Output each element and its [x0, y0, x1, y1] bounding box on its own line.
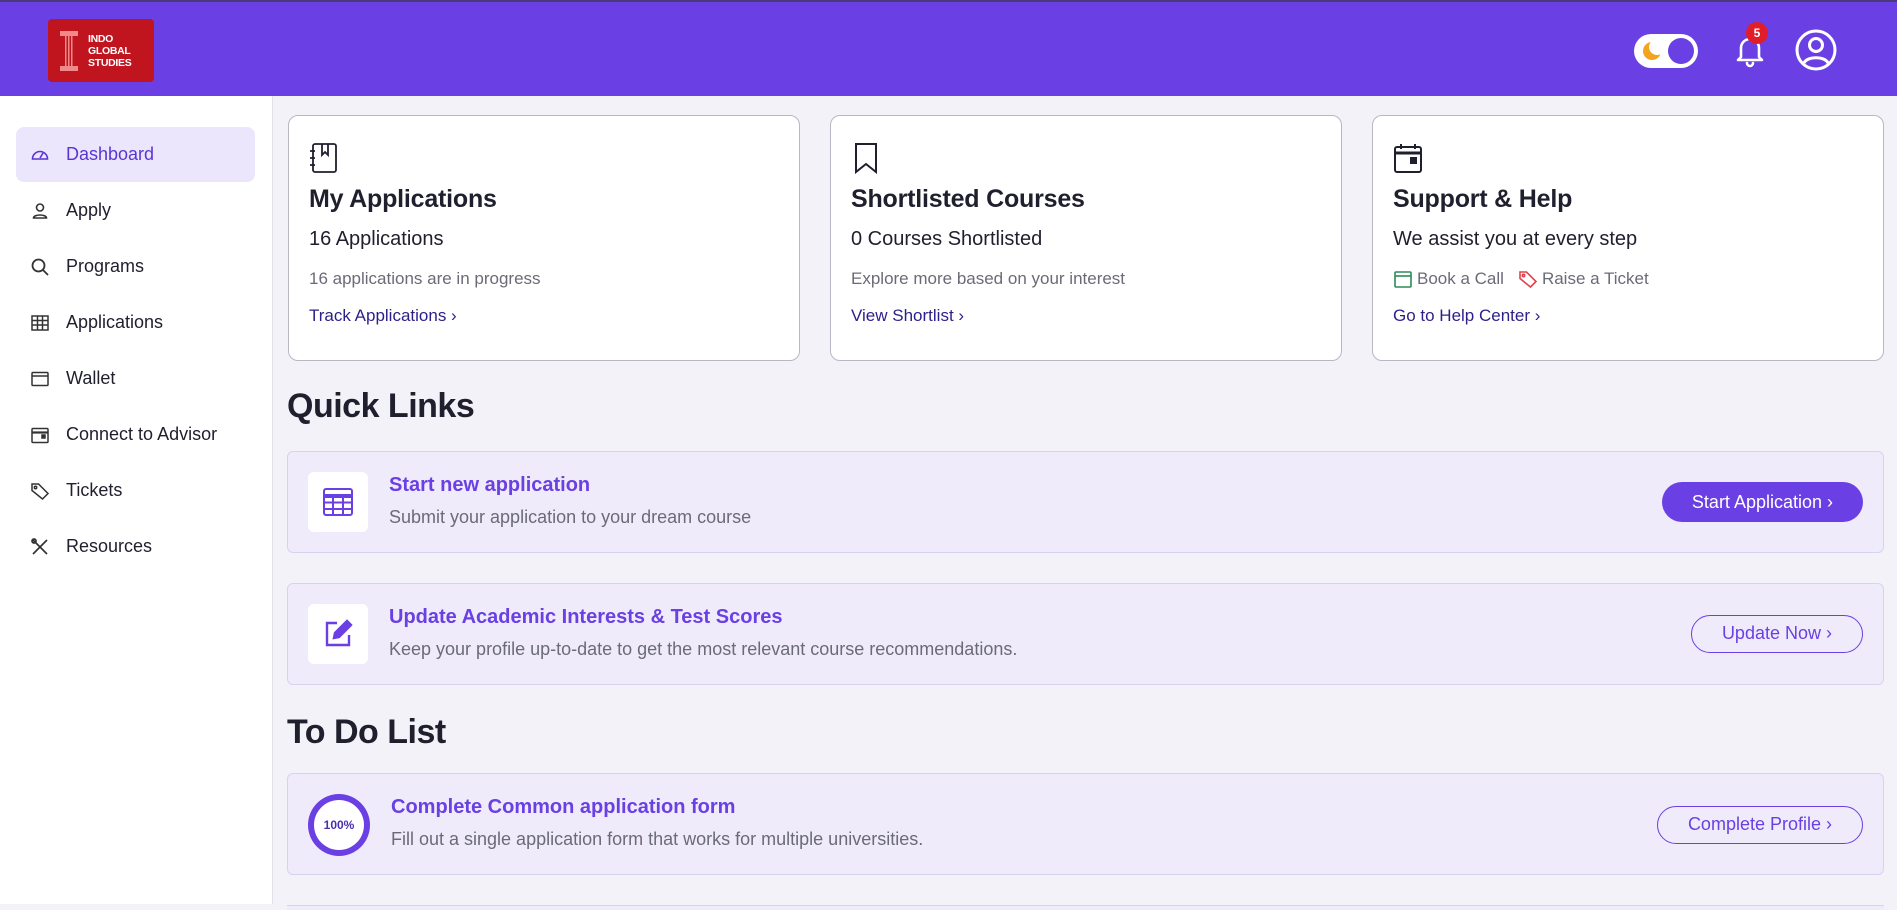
update-now-button[interactable]: Update Now ›: [1690, 615, 1863, 653]
toggle-knob: [1668, 38, 1694, 64]
sidebar-item-resources[interactable]: Resources: [16, 519, 255, 574]
start-application-button[interactable]: Start Application ›: [1661, 482, 1863, 522]
moon-icon: [1643, 39, 1665, 60]
logo-text: INDO GLOBAL STUDIES: [88, 32, 132, 69]
card-shortlisted-courses: Shortlisted Courses 0 Courses Shortliste…: [830, 115, 1342, 361]
calendar-icon: [1394, 271, 1412, 288]
table-icon: [323, 488, 353, 516]
sidebar-item-label: Connect to Advisor: [66, 424, 218, 444]
sidebar-item-dashboard[interactable]: Dashboard: [16, 127, 255, 182]
notebook-icon: [310, 143, 337, 173]
card-support-help: Support & Help We assist you at every st…: [1372, 115, 1884, 361]
sidebar-item-wallet[interactable]: Wallet: [16, 351, 255, 406]
progress-ring: 100%: [308, 794, 370, 856]
sidebar-item-applications[interactable]: Applications: [16, 295, 255, 350]
card-value: 16 Applications: [309, 228, 444, 250]
card-title: My Applications: [309, 185, 497, 213]
sidebar-item-connect-to-advisor[interactable]: Connect to Advisor: [16, 407, 255, 462]
top-bar: INDO GLOBAL STUDIES 5: [0, 0, 1897, 96]
sidebar: Dashboard Apply Programs Applications Wa…: [0, 96, 273, 904]
brand-logo[interactable]: INDO GLOBAL STUDIES: [48, 19, 154, 82]
card-value: We assist you at every step: [1393, 228, 1638, 250]
icon-box: [308, 604, 368, 664]
quick-link-start-application: Start new application Submit your applic…: [287, 451, 1884, 553]
logo-mark-icon: [60, 30, 78, 71]
card-title: Support & Help: [1393, 185, 1573, 213]
quick-links-heading: Quick Links: [287, 387, 475, 425]
tag-icon: [31, 482, 50, 500]
tag-icon: [1519, 271, 1538, 289]
card-my-applications: My Applications 16 Applications 16 appli…: [288, 115, 800, 361]
edit-icon: [325, 619, 353, 647]
sidebar-item-label: Apply: [66, 200, 112, 220]
gauge-icon: [31, 150, 49, 160]
sidebar-item-label: Wallet: [66, 368, 116, 388]
notification-badge: 5: [1746, 22, 1768, 44]
calendar-icon: [1394, 144, 1422, 173]
card-subtext: Explore more based on your interest: [851, 269, 1126, 288]
card-value: 0 Courses Shortlisted: [851, 228, 1043, 250]
help-center-link[interactable]: Go to Help Center ›: [1393, 306, 1540, 326]
user-avatar-icon[interactable]: [1794, 28, 1838, 72]
raise-ticket-link[interactable]: Raise a Ticket: [1542, 269, 1649, 289]
todo-desc: Fill out a single application form that …: [391, 829, 924, 849]
sidebar-item-label: Resources: [66, 536, 153, 556]
search-icon: [31, 258, 49, 276]
help-actions: Book a Call Raise a Ticket: [1393, 269, 1863, 289]
bookmark-icon: [855, 143, 877, 174]
icon-box: [308, 472, 368, 532]
todo-heading: To Do List: [287, 713, 446, 751]
person-icon: [32, 202, 48, 219]
view-shortlist-link[interactable]: View Shortlist ›: [851, 306, 964, 326]
quick-link-title[interactable]: Update Academic Interests & Test Scores: [389, 606, 782, 629]
table-icon: [31, 314, 49, 331]
card-title: Shortlisted Courses: [851, 185, 1085, 213]
sidebar-item-tickets[interactable]: Tickets: [16, 463, 255, 518]
calendar-icon: [31, 427, 49, 443]
sidebar-item-label: Tickets: [66, 480, 123, 500]
sidebar-item-label: Applications: [66, 312, 164, 332]
progress-label: 100%: [314, 800, 364, 850]
theme-toggle[interactable]: [1634, 34, 1698, 68]
wallet-icon: [31, 371, 49, 386]
quick-link-title[interactable]: Start new application: [389, 474, 590, 497]
tools-icon: [31, 537, 48, 555]
complete-profile-button[interactable]: Complete Profile ›: [1656, 806, 1863, 844]
quick-link-update-interests: Update Academic Interests & Test Scores …: [287, 583, 1884, 685]
sidebar-item-label: Programs: [66, 256, 145, 276]
todo-item-next: [287, 905, 1884, 910]
sidebar-item-label: Dashboard: [66, 144, 155, 164]
quick-link-desc: Keep your profile up-to-date to get the …: [389, 639, 1018, 659]
sidebar-item-apply[interactable]: Apply: [16, 183, 255, 238]
card-subtext: 16 applications are in progress: [309, 269, 541, 288]
book-call-link[interactable]: Book a Call: [1417, 269, 1504, 289]
quick-link-desc: Submit your application to your dream co…: [389, 507, 752, 527]
todo-item-common-form: 100% Complete Common application form Fi…: [287, 773, 1884, 875]
track-applications-link[interactable]: Track Applications ›: [309, 306, 457, 326]
todo-title[interactable]: Complete Common application form: [391, 796, 735, 819]
sidebar-item-programs[interactable]: Programs: [16, 239, 255, 294]
